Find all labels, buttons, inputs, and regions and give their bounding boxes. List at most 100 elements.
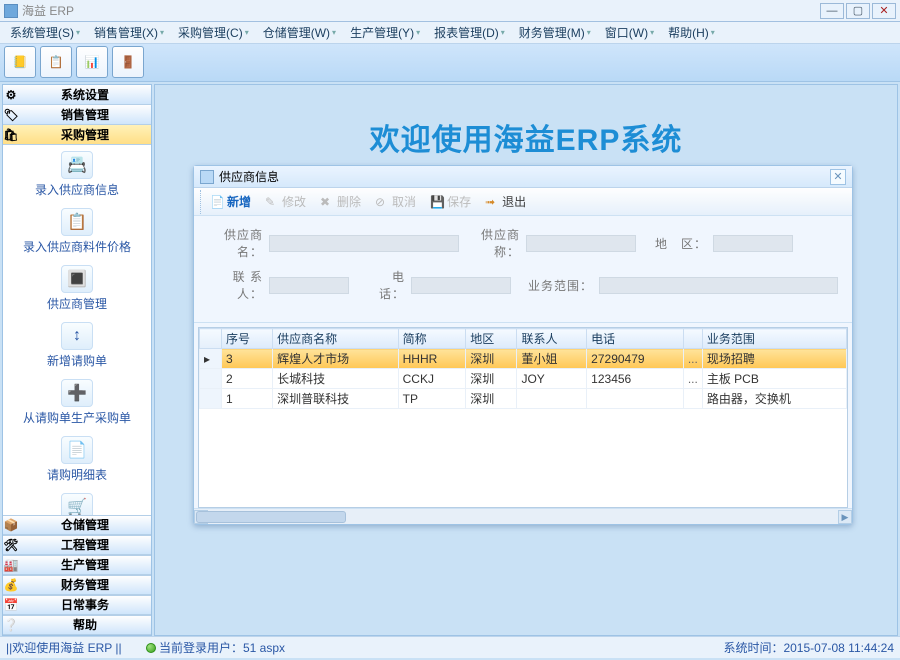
cell[interactable]: 1 (222, 389, 273, 409)
cell[interactable]: 主板 PCB (702, 369, 846, 389)
scrollbar-thumb[interactable] (196, 511, 346, 523)
row-header[interactable] (200, 389, 222, 409)
cell[interactable]: 路由器，交换机 (702, 389, 846, 409)
edit-button[interactable]: ✎修改 (260, 191, 311, 212)
menu-help[interactable]: 帮助(H)▾ (662, 22, 721, 43)
table-row[interactable]: 2长城科技CCKJ深圳JOY123456... 主板 PCB (200, 369, 847, 389)
sidebar-item-supplier-price[interactable]: 📋录入供应商料件价格 (3, 202, 151, 259)
scroll-right-arrow-icon[interactable]: ▶ (838, 510, 852, 524)
cell[interactable] (587, 389, 684, 409)
menu-system[interactable]: 系统管理(S)▾ (4, 22, 86, 43)
cell[interactable]: TP (398, 389, 466, 409)
sidebar-item-new-po[interactable]: 🛒新增采购单 (3, 487, 151, 515)
window-maximize-button[interactable]: ▢ (846, 3, 870, 19)
window-close-button[interactable]: ✕ (872, 3, 896, 19)
col-more[interactable] (683, 329, 702, 349)
cell[interactable]: 2 (222, 369, 273, 389)
cell[interactable]: 辉煌人才市场 (273, 349, 399, 369)
cell[interactable]: 现场招聘 (702, 349, 846, 369)
cell[interactable]: HHHR (398, 349, 466, 369)
sidebar-panel-purchase: 📇录入供应商信息 📋录入供应商料件价格 🔳供应商管理 ↕新增请购单 ➕从请购单生… (3, 145, 151, 515)
sidebar-group-production[interactable]: 🏭生产管理 (3, 555, 151, 575)
exit-button[interactable]: ➟退出 (480, 191, 531, 212)
menu-production[interactable]: 生产管理(Y)▾ (344, 22, 426, 43)
toolbar-button-1[interactable]: 📒 (4, 46, 36, 78)
col-index[interactable]: 序号 (222, 329, 273, 349)
sidebar: ⚙系统设置 🏷销售管理 🛍采购管理 📇录入供应商信息 📋录入供应商料件价格 🔳供… (2, 84, 152, 636)
phone-field[interactable] (411, 277, 511, 294)
sidebar-item-request-to-po[interactable]: ➕从请购单生产采购单 (3, 373, 151, 430)
cell[interactable] (517, 389, 587, 409)
sidebar-group-finance[interactable]: 💰财务管理 (3, 575, 151, 595)
sidebar-group-system[interactable]: ⚙系统设置 (3, 85, 151, 105)
cell[interactable]: JOY (517, 369, 587, 389)
sidebar-group-purchase[interactable]: 🛍采购管理 (3, 125, 151, 145)
supplier-name-field[interactable] (269, 235, 459, 252)
cell[interactable]: 3 (222, 349, 273, 369)
toolbar-button-3[interactable]: 📊 (76, 46, 108, 78)
cell[interactable]: ... (683, 369, 702, 389)
cell[interactable]: 深圳 (466, 389, 517, 409)
ellipsis-button[interactable]: ... (688, 372, 698, 386)
sidebar-group-warehouse[interactable]: 📦仓储管理 (3, 515, 151, 535)
sidebar-group-help[interactable]: ❔帮助 (3, 615, 151, 635)
cell[interactable]: ... (683, 349, 702, 369)
menu-window[interactable]: 窗口(W)▾ (599, 22, 660, 43)
cell[interactable]: 董小姐 (517, 349, 587, 369)
menu-sales[interactable]: 销售管理(X)▾ (88, 22, 170, 43)
child-window-titlebar[interactable]: 供应商信息 ✕ (194, 166, 852, 188)
new-button[interactable]: 📄新增 (205, 191, 256, 212)
region-field[interactable] (713, 235, 793, 252)
child-window-close-button[interactable]: ✕ (830, 169, 846, 185)
menu-report[interactable]: 报表管理(D)▾ (428, 22, 511, 43)
scope-field[interactable] (599, 277, 838, 294)
menu-warehouse[interactable]: 仓储管理(W)▾ (257, 22, 342, 43)
cell[interactable]: 深圳 (466, 369, 517, 389)
menu-finance[interactable]: 财务管理(M)▾ (513, 22, 597, 43)
delete-button[interactable]: ✖删除 (315, 191, 366, 212)
col-contact[interactable]: 联系人 (517, 329, 587, 349)
edit-icon: ✎ (265, 195, 279, 209)
door-exit-icon: 🚪 (121, 55, 136, 69)
window-minimize-button[interactable]: — (820, 3, 844, 19)
col-region[interactable]: 地区 (466, 329, 517, 349)
ellipsis-button[interactable]: ... (688, 352, 698, 366)
cell[interactable]: CCKJ (398, 369, 466, 389)
toolbar-button-exit[interactable]: 🚪 (112, 46, 144, 78)
cell[interactable]: 长城科技 (273, 369, 399, 389)
sidebar-item-supplier-manage[interactable]: 🔳供应商管理 (3, 259, 151, 316)
status-tab[interactable]: ||欢迎使用海益 ERP || (6, 639, 122, 656)
col-scope[interactable]: 业务范围 (702, 329, 846, 349)
sidebar-item-supplier-entry[interactable]: 📇录入供应商信息 (3, 145, 151, 202)
col-phone[interactable]: 电话 (587, 329, 684, 349)
cell[interactable]: 深圳普联科技 (273, 389, 399, 409)
col-short[interactable]: 简称 (398, 329, 466, 349)
table-row[interactable]: 1深圳普联科技TP深圳 路由器，交换机 (200, 389, 847, 409)
menu-purchase[interactable]: 采购管理(C)▾ (172, 22, 255, 43)
cell[interactable] (683, 389, 702, 409)
cell[interactable]: 123456 (587, 369, 684, 389)
contact-field[interactable] (269, 277, 349, 294)
row-header[interactable]: ▸ (200, 349, 222, 369)
app-title: 海益 ERP (22, 2, 74, 19)
horizontal-scrollbar[interactable]: ◀ ▶ (194, 508, 852, 524)
table-icon: 📋 (49, 55, 64, 69)
row-header[interactable] (200, 369, 222, 389)
cell[interactable]: 27290479 (587, 349, 684, 369)
sidebar-item-new-request[interactable]: ↕新增请购单 (3, 316, 151, 373)
sidebar-group-sales[interactable]: 🏷销售管理 (3, 105, 151, 125)
cell[interactable]: 深圳 (466, 349, 517, 369)
cancel-button[interactable]: ⊘取消 (370, 191, 421, 212)
save-button[interactable]: 💾保存 (425, 191, 476, 212)
title-bar: 海益 ERP — ▢ ✕ (0, 0, 900, 22)
chevron-down-icon: ▾ (587, 28, 591, 37)
grid-corner[interactable] (200, 329, 222, 349)
sidebar-group-engineering[interactable]: 🛠工程管理 (3, 535, 151, 555)
sidebar-group-daily[interactable]: 📅日常事务 (3, 595, 151, 615)
col-supplier-name[interactable]: 供应商名称 (273, 329, 399, 349)
supplier-short-field[interactable] (526, 235, 636, 252)
sidebar-item-request-detail[interactable]: 📄请购明细表 (3, 430, 151, 487)
data-grid: 序号 供应商名称 简称 地区 联系人 电话 业务范围 ▸3辉煌人才市场HHHR深… (198, 327, 848, 508)
toolbar-button-2[interactable]: 📋 (40, 46, 72, 78)
table-row[interactable]: ▸3辉煌人才市场HHHR深圳董小姐27290479... 现场招聘 (200, 349, 847, 369)
